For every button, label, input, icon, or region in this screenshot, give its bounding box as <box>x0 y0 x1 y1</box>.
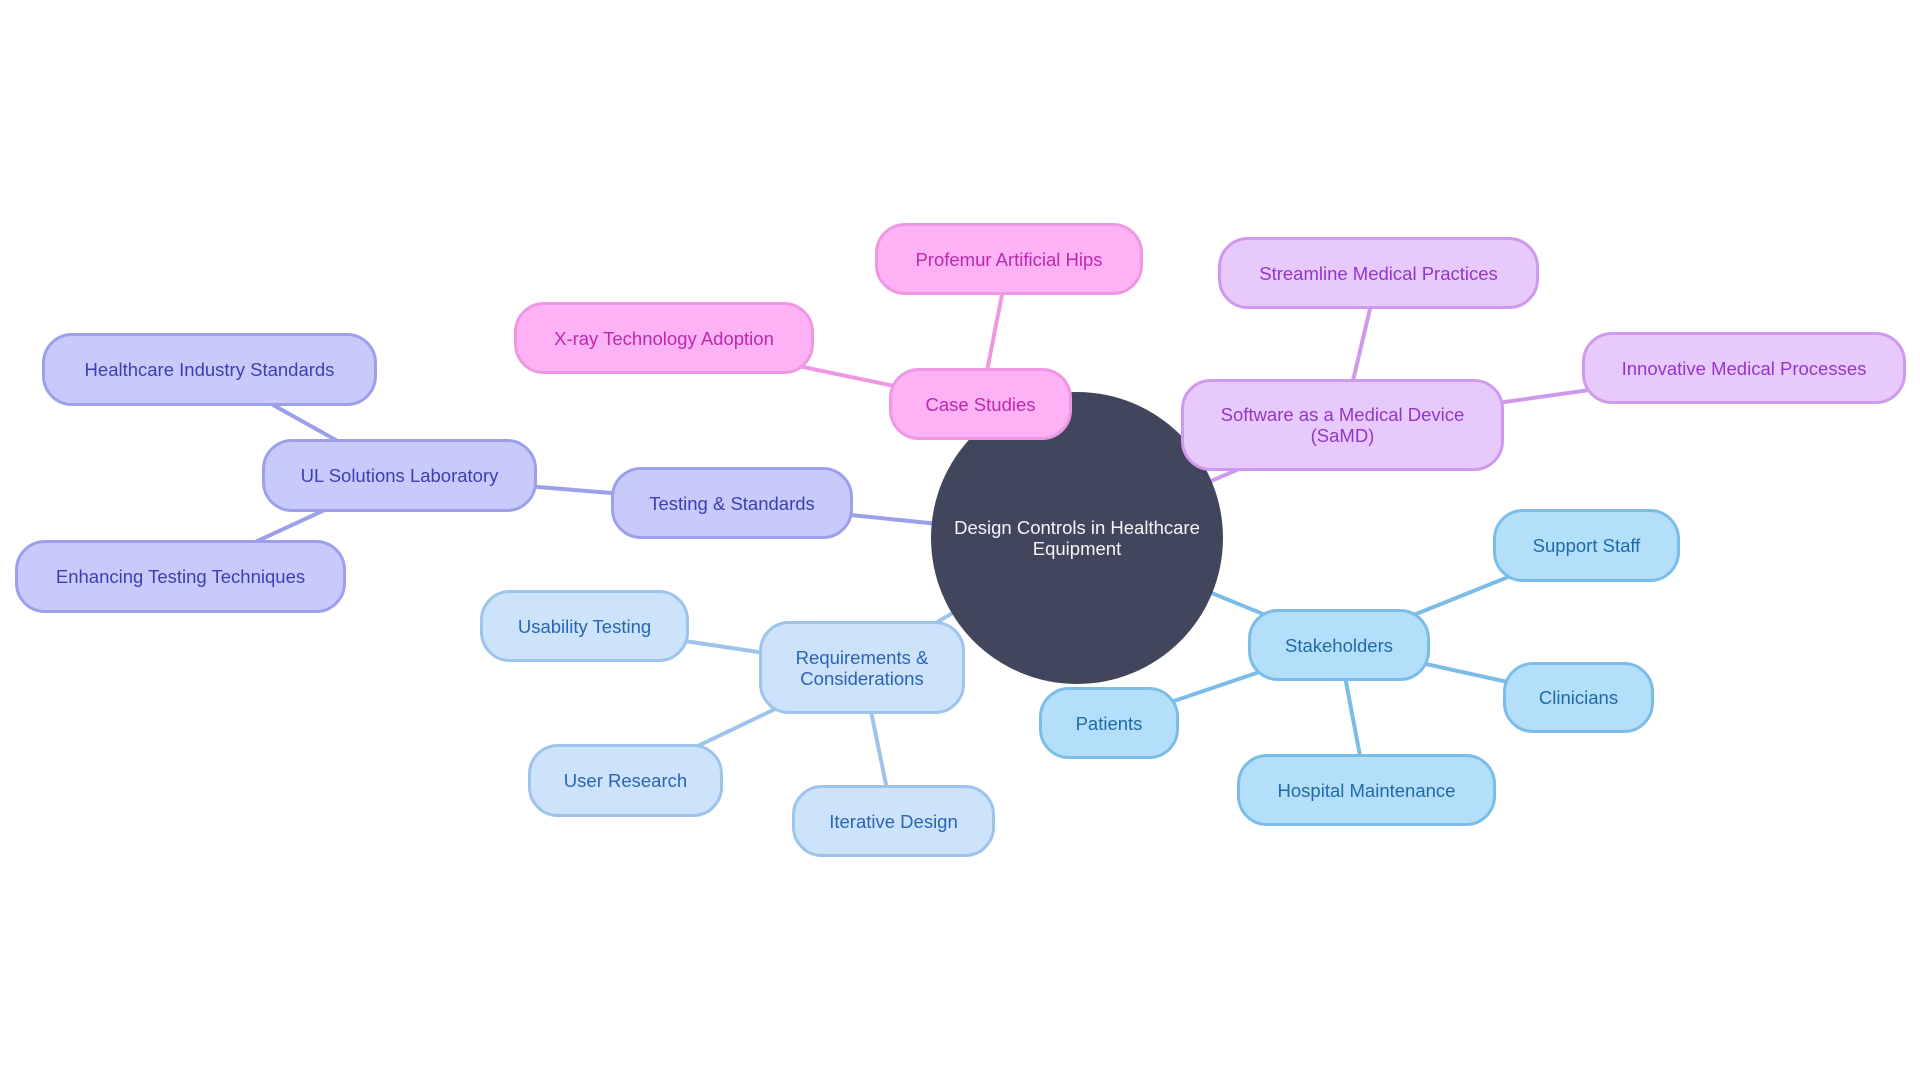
node-software-as-medical-device[interactable]: Software as a Medical Device (SaMD) <box>1181 379 1504 471</box>
node-enhancing-testing-techniques[interactable]: Enhancing Testing Techniques <box>15 540 346 613</box>
node-requirements-and-considerations[interactable]: Requirements & Considerations <box>759 621 965 714</box>
node-xray-technology-adoption[interactable]: X-ray Technology Adoption <box>514 302 814 374</box>
node-innovative-medical-processes[interactable]: Innovative Medical Processes <box>1582 332 1906 404</box>
node-ul-solutions-laboratory[interactable]: UL Solutions Laboratory <box>262 439 537 512</box>
node-case-studies[interactable]: Case Studies <box>889 368 1072 440</box>
node-usability-testing[interactable]: Usability Testing <box>480 590 689 662</box>
node-support-staff[interactable]: Support Staff <box>1493 509 1680 582</box>
node-testing-and-standards[interactable]: Testing & Standards <box>611 467 853 539</box>
node-profemur-artificial-hips[interactable]: Profemur Artificial Hips <box>875 223 1143 295</box>
root-label-line2: Equipment <box>1032 538 1122 559</box>
node-clinicians[interactable]: Clinicians <box>1503 662 1654 733</box>
root-label-line1: Design Controls in Healthcare <box>954 517 1200 538</box>
node-iterative-design[interactable]: Iterative Design <box>792 785 995 857</box>
node-user-research[interactable]: User Research <box>528 744 723 817</box>
node-patients[interactable]: Patients <box>1039 687 1179 759</box>
node-hospital-maintenance[interactable]: Hospital Maintenance <box>1237 754 1496 826</box>
node-stakeholders[interactable]: Stakeholders <box>1248 609 1430 681</box>
node-healthcare-industry-standards[interactable]: Healthcare Industry Standards <box>42 333 377 406</box>
mindmap-canvas: Design Controls in Healthcare Equipment … <box>0 0 1920 1080</box>
node-streamline-medical-practices[interactable]: Streamline Medical Practices <box>1218 237 1539 309</box>
